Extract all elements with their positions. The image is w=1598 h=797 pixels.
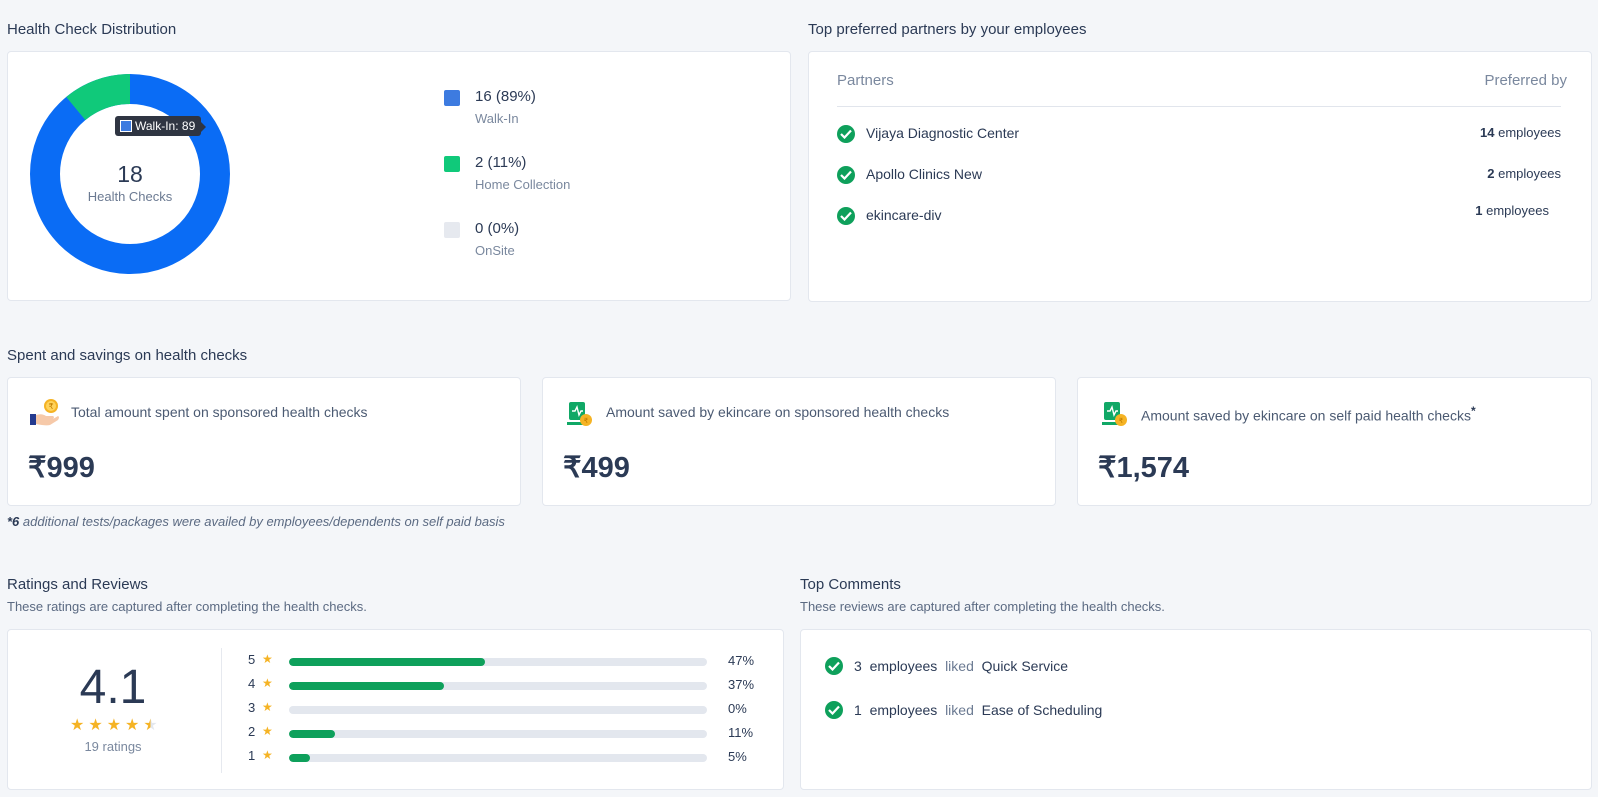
partner-name: ekincare-div [866,207,942,223]
tooltip-text: Walk-In: 89 [135,119,196,133]
donut-total-label: Health Checks [87,189,173,204]
svg-text:₹: ₹ [48,402,53,411]
rating-bar-row: 2 ★ 11% [248,724,753,742]
spent-label: Amount saved by ekincare on sponsored he… [606,404,950,420]
legend-label: Walk-In [475,111,519,126]
rating-bar-track [289,706,707,714]
partner-row: Apollo Clinics New 2 employees [837,165,1561,185]
partner-count: 2 employees [1487,166,1561,181]
ratings-divider [221,648,222,773]
ratings-title: Ratings and Reviews [7,576,148,593]
rating-bar-row: 3 ★ 0% [248,700,748,718]
rating-bar-fill [289,730,335,738]
rating-percent: 47% [728,653,755,668]
star-icon: ★ [262,700,273,714]
legend-label: Home Collection [475,177,571,192]
rating-bar-fill [289,682,444,690]
self-paid-footnote: *6 additional tests/packages were availe… [7,514,505,529]
spent-amount: ₹499 [563,452,630,484]
legend-swatch [444,222,460,238]
comment-text: 3 employees liked Quick Service [854,658,1068,674]
legend-swatch [444,90,460,106]
half-star-icon: ★ [143,717,158,734]
partner-count: 1 employees [1475,203,1549,218]
average-stars: ★ ★ ★ ★ ★ [70,718,158,734]
donut-segment-home-collection [66,74,131,121]
spent-amount: ₹1,574 [1098,452,1190,484]
rating-star-number: 4 [248,676,256,691]
average-rating: 4.1 [79,661,147,714]
rating-bar-fill [289,658,486,666]
rating-bar-fill [289,754,310,762]
preferred-by-column-header: Preferred by [1484,72,1567,89]
star-icon: ★ [262,652,273,666]
check-circle-icon [837,166,855,184]
partners-card: Partners Preferred by Vijaya Diagnostic … [808,51,1592,302]
comment-text: 1 employees liked Ease of Scheduling [854,702,1103,718]
partners-title: Top preferred partners by your employees [808,21,1087,38]
ratings-count: 19 ratings [84,739,142,754]
star-icon: ★ [88,717,103,734]
rating-bar-track [289,730,707,738]
rating-bar-row: 1 ★ 5% [248,748,748,766]
rating-bar-track [289,754,707,762]
star-icon: ★ [125,717,140,734]
spent-label: Total amount spent on sponsored health c… [71,404,368,420]
health-check-distribution-title: Health Check Distribution [7,21,177,38]
tooltip-swatch [120,120,132,132]
spent-savings-title: Spent and savings on health checks [7,347,248,364]
star-icon: ★ [70,717,85,734]
hand-coin-icon: ₹ [30,399,59,426]
partners-column-header: Partners [837,72,894,89]
savings-icon: ₹ [567,402,592,426]
rating-bar-track [289,658,707,666]
check-circle-icon [837,207,855,225]
svg-text:₹: ₹ [1119,417,1124,425]
ratings-card: 4.1 ★ ★ ★ ★ ★ 19 ratings 5 ★ 47% 4 ★ 37%… [7,629,784,790]
svg-text:₹: ₹ [584,417,589,425]
check-circle-icon [825,701,843,719]
legend-value: 0 (0%) [475,220,520,237]
rating-star-number: 2 [248,724,256,739]
rating-bar-track [289,682,707,690]
check-circle-icon [825,657,843,675]
legend-value: 16 (89%) [475,88,536,105]
health-check-distribution-card: 18 Health Checks Walk-In: 89 16 (89%) Wa… [7,51,791,301]
donut-tooltip: Walk-In: 89 [115,116,207,136]
rating-star-number: 3 [248,700,256,715]
star-icon: ★ [262,676,273,690]
partner-count: 14 employees [1480,125,1561,140]
star-icon: ★ [262,724,273,738]
check-circle-icon [837,125,855,143]
spent-card-sponsored: ₹ Total amount spent on sponsored health… [7,377,521,506]
rating-bar-row: 4 ★ 37% [248,676,754,694]
star-icon: ★ [106,717,122,734]
rating-star-number: 1 [248,748,256,763]
partners-divider [837,106,1561,107]
legend-value: 2 (11%) [475,154,527,171]
comments-title: Top Comments [800,576,901,593]
rating-percent: 37% [728,677,755,692]
rating-percent: 5% [728,749,747,764]
rating-percent: 0% [728,701,747,716]
spent-amount: ₹999 [28,452,95,484]
partner-row: Vijaya Diagnostic Center 14 employees [837,124,1561,144]
rating-star-number: 5 [248,652,256,667]
donut-total: 18 [117,161,143,187]
savings-icon: ₹ [1102,402,1127,426]
comments-subtitle: These reviews are captured after complet… [800,599,1165,614]
rating-percent: 11% [728,725,754,740]
rating-bar-row: 5 ★ 47% [248,652,754,670]
partner-row: ekincare-div 1 employees [837,203,1561,226]
ratings-subtitle: These ratings are captured after complet… [7,599,367,614]
saved-card-self-paid: ₹ Amount saved by ekincare on self paid … [1077,377,1592,506]
spent-label: Amount saved by ekincare on self paid he… [1141,404,1476,424]
partner-name: Vijaya Diagnostic Center [866,125,1020,141]
comments-card: 3 employees liked Quick Service 1 employ… [800,629,1592,790]
partner-name: Apollo Clinics New [866,166,982,182]
legend-swatch [444,156,460,172]
saved-card-sponsored: ₹ Amount saved by ekincare on sponsored … [542,377,1056,506]
star-icon: ★ [262,748,273,762]
legend-label: OnSite [475,243,515,258]
